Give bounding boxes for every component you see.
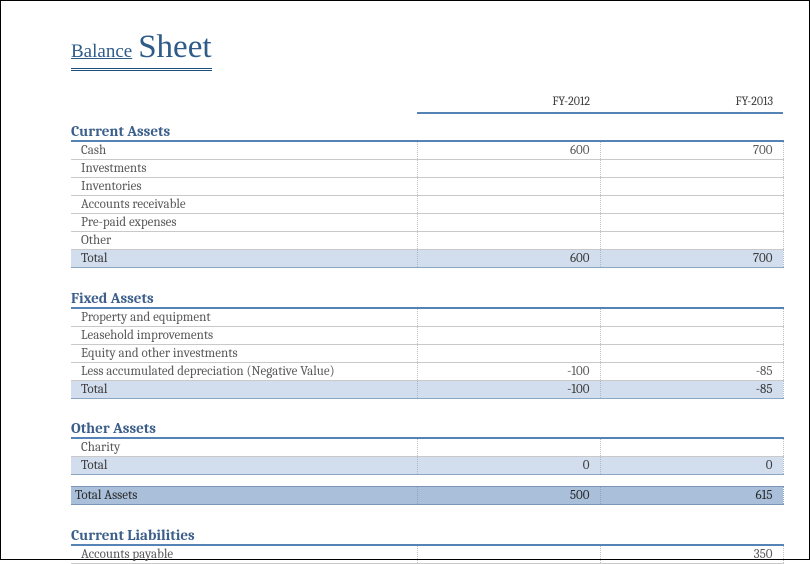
row-cash: Cash 600 700 — [71, 141, 783, 160]
row-accounts-receivable: Accounts receivable — [71, 196, 783, 214]
column-header-row: FY-2012 FY-2013 — [71, 85, 783, 113]
row-total-fixed-assets: Total -100 -85 — [71, 380, 783, 398]
row-charity: Charity — [71, 438, 783, 457]
section-current-assets: Current Assets — [71, 113, 783, 141]
section-current-liabilities: Current Liabilities — [71, 517, 783, 545]
row-prepaid: Pre-paid expenses — [71, 214, 783, 232]
balance-sheet-table: FY-2012 FY-2013 Current Assets Cash 600 … — [71, 85, 784, 564]
title-small: Balance — [71, 41, 132, 62]
row-other: Other — [71, 232, 783, 250]
col-header-2: FY-2013 — [600, 85, 783, 113]
row-total-assets: Total Assets 500 615 — [71, 487, 783, 505]
col-header-1: FY-2012 — [417, 85, 600, 113]
row-inventories: Inventories — [71, 178, 783, 196]
row-total-current-assets: Total 600 700 — [71, 250, 783, 268]
section-fixed-assets: Fixed Assets — [71, 280, 783, 308]
section-other-assets: Other Assets — [71, 410, 783, 438]
row-investments: Investments — [71, 160, 783, 178]
title-big: Sheet — [138, 29, 211, 65]
row-property: Property and equipment — [71, 308, 783, 327]
balance-sheet-page: Balance Sheet FY-2012 FY-2013 Current Ass… — [1, 1, 809, 564]
row-leasehold: Leasehold improvements — [71, 326, 783, 344]
row-depreciation: Less accumulated depreciation (Negative … — [71, 362, 783, 380]
row-accounts-payable: Accounts payable 350 — [71, 545, 783, 564]
row-total-other-assets: Total 0 0 — [71, 457, 783, 475]
row-equity: Equity and other investments — [71, 344, 783, 362]
page-title: Balance Sheet — [71, 29, 212, 71]
